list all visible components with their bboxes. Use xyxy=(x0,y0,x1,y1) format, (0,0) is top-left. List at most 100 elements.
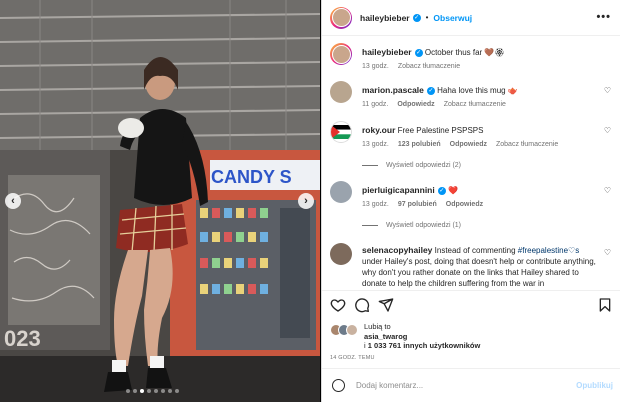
caption-meta: 13 godz. Zobacz tłumaczenie xyxy=(362,63,460,70)
view-replies-button[interactable]: Wyświetl odpowiedzi (1) xyxy=(362,222,461,229)
comment-meta: 13 godz. 123 polubień Odpowiedz Zobacz t… xyxy=(362,141,558,148)
instagram-post-modal: 023 CANDY S ‹ › haileybieber ✓ • Obserwu… xyxy=(0,0,620,402)
post-side-panel: haileybieber ✓ • Obserwuj ••• haileybieb… xyxy=(321,0,620,402)
comment-meta: 11 godz. Odpowiedz Zobacz tłumaczenie xyxy=(362,101,506,108)
comment-username[interactable]: marion.pascale xyxy=(362,85,424,95)
comment-username[interactable]: roky.our xyxy=(362,125,395,135)
comment-age: 11 godz. xyxy=(362,101,389,108)
comment-age: 13 godz. xyxy=(362,201,389,208)
comment-meta: 13 godz. 97 polubień Odpowiedz xyxy=(362,201,483,208)
caption-row: haileybieber ✓ October thus far 🤎🏵 13 god… xyxy=(330,43,613,77)
see-translation-link[interactable]: Zobacz tłumaczenie xyxy=(444,101,506,108)
comment-item: selenacopyhailey Instead of commenting #… xyxy=(330,243,613,289)
like-heart-icon[interactable] xyxy=(330,297,346,313)
carousel-dot xyxy=(161,389,165,393)
comment-likes[interactable]: 97 polubień xyxy=(398,201,437,208)
carousel-dot xyxy=(147,389,151,393)
carousel-dot xyxy=(154,389,158,393)
follow-button[interactable]: Obserwuj xyxy=(433,13,472,23)
author-avatar[interactable] xyxy=(330,6,352,29)
liker-username[interactable]: asia_twarog xyxy=(364,332,407,341)
comment-avatar[interactable] xyxy=(330,81,352,103)
likes-prefix: Lubią to xyxy=(364,322,391,331)
like-comment-heart-icon[interactable]: ♡ xyxy=(604,186,611,195)
carousel-indicator xyxy=(126,389,179,393)
view-replies-button[interactable]: Wyświetl odpowiedzi (2) xyxy=(362,162,461,169)
post-header: haileybieber ✓ • Obserwuj ••• xyxy=(322,0,620,36)
palestine-flag-icon xyxy=(331,125,351,139)
carousel-next-button[interactable]: › xyxy=(298,193,314,209)
comments-list: haileybieber ✓ October thus far 🤎🏵 13 god… xyxy=(322,37,620,289)
comment-item: marion.pascale ✓ Haha love this mug 🫖 11 … xyxy=(330,81,613,115)
reply-button[interactable]: Odpowiedz xyxy=(450,141,487,148)
caption-age: 13 godz. xyxy=(362,63,389,70)
comment-body: Instead of commenting xyxy=(434,246,518,255)
comment-body: ❤️ xyxy=(447,186,458,195)
comment-item: roky.our Free Palestine PSPSPS 13 godz. … xyxy=(330,121,613,173)
carousel-prev-button[interactable]: ‹ xyxy=(5,193,21,209)
save-bookmark-icon[interactable] xyxy=(597,297,613,313)
comment-avatar[interactable] xyxy=(330,181,352,203)
add-comment-bar: Dodaj komentarz... Opublikuj xyxy=(322,368,620,402)
verified-badge-icon: ✓ xyxy=(437,186,446,195)
comment-age: 13 godz. xyxy=(362,141,389,148)
comment-body-continued: under Hailey's post, doing that doesn't … xyxy=(362,257,596,288)
likes-connector: i xyxy=(364,341,366,350)
see-translation-link[interactable]: Zobacz tłumaczenie xyxy=(398,63,460,70)
comment-bubble-icon[interactable] xyxy=(354,297,370,313)
reply-button[interactable]: Odpowiedz xyxy=(446,201,483,208)
comment-avatar[interactable] xyxy=(330,121,352,143)
reply-button[interactable]: Odpowiedz xyxy=(397,101,434,108)
view-replies-label: Wyświetl odpowiedzi (2) xyxy=(386,162,462,169)
view-replies-label: Wyświetl odpowiedzi (1) xyxy=(386,222,462,229)
carousel-dot xyxy=(133,389,137,393)
likes-text: Lubią to asia_twarog i 1 033 761 innych … xyxy=(364,322,480,351)
like-comment-heart-icon[interactable]: ♡ xyxy=(604,248,611,257)
likes-count-link[interactable]: 1 033 761 innych użytkowników xyxy=(368,341,481,350)
likes-summary: Lubią to asia_twarog i 1 033 761 innych … xyxy=(330,320,613,356)
store-sign-text: CANDY S xyxy=(211,167,292,187)
comment-item: pierluigicapannini ✓ ❤️ 13 godz. 97 polub… xyxy=(330,181,613,233)
photo-image: 023 CANDY S xyxy=(0,0,320,402)
liker-avatar[interactable] xyxy=(346,324,358,336)
svg-text:023: 023 xyxy=(4,326,41,351)
caption-text: haileybieber ✓ October thus far 🤎🏵 xyxy=(362,47,598,58)
caption-body: October thus far 🤎🏵 xyxy=(424,48,505,57)
comment-input[interactable]: Dodaj komentarz... xyxy=(356,381,423,390)
see-translation-link[interactable]: Zobacz tłumaczenie xyxy=(496,141,558,148)
post-timestamp: 14 GODZ. TEMU xyxy=(330,355,375,361)
like-comment-heart-icon[interactable]: ♡ xyxy=(604,86,611,95)
verified-badge-icon: ✓ xyxy=(412,13,421,22)
liker-avatars xyxy=(330,324,360,336)
carousel-dot xyxy=(168,389,172,393)
comment-likes[interactable]: 123 polubień xyxy=(398,141,441,148)
comment-text: selenacopyhailey Instead of commenting #… xyxy=(362,245,598,289)
separator-dot: • xyxy=(425,13,429,22)
comment-username[interactable]: selenacopyhailey xyxy=(362,245,432,255)
comment-username[interactable]: pierluigicapannini xyxy=(362,185,435,195)
post-photo[interactable]: 023 CANDY S ‹ › xyxy=(0,0,320,402)
share-paper-plane-icon[interactable] xyxy=(378,297,394,313)
comment-text: roky.our Free Palestine PSPSPS xyxy=(362,125,598,136)
emoji-picker-icon[interactable] xyxy=(332,379,345,392)
caption-avatar[interactable] xyxy=(330,43,352,65)
carousel-dot xyxy=(126,389,130,393)
verified-badge-icon: ✓ xyxy=(414,48,423,57)
carousel-dot xyxy=(140,389,144,393)
replies-divider xyxy=(362,165,378,166)
comment-text: pierluigicapannini ✓ ❤️ xyxy=(362,185,598,196)
like-comment-heart-icon[interactable]: ♡ xyxy=(604,126,611,135)
verified-badge-icon: ✓ xyxy=(426,86,435,95)
post-comment-button[interactable]: Opublikuj xyxy=(576,381,613,390)
post-actions-bar xyxy=(322,290,620,318)
hashtag-link[interactable]: #freepalestine♡s xyxy=(518,246,579,255)
comment-avatar[interactable] xyxy=(330,243,352,265)
author-username[interactable]: haileybieber xyxy=(360,13,410,23)
carousel-dot xyxy=(175,389,179,393)
replies-divider xyxy=(362,225,378,226)
comment-text: marion.pascale ✓ Haha love this mug 🫖 xyxy=(362,85,598,96)
caption-username[interactable]: haileybieber xyxy=(362,47,412,57)
more-options-icon[interactable]: ••• xyxy=(596,11,611,23)
comment-body: Haha love this mug 🫖 xyxy=(437,86,518,95)
comment-body: Free Palestine PSPSPS xyxy=(397,126,484,135)
